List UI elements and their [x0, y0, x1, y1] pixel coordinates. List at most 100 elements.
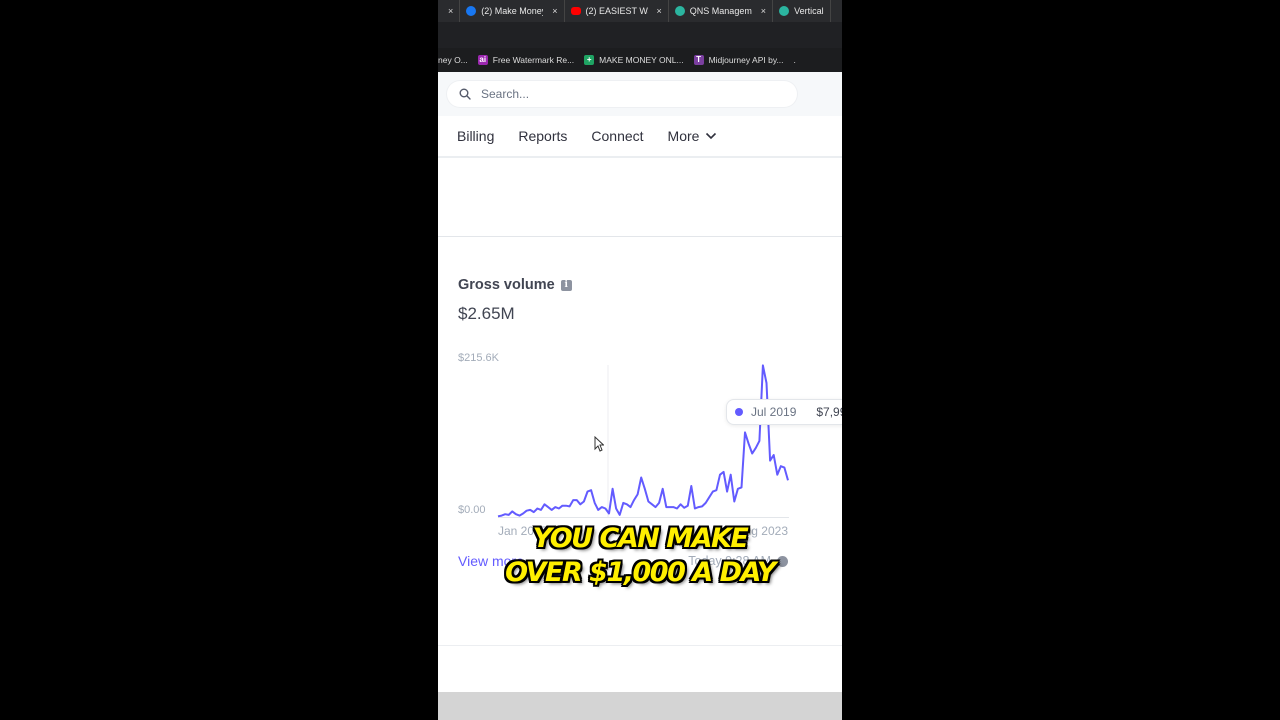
- data-point[interactable]: [715, 489, 718, 492]
- data-point[interactable]: [554, 506, 557, 509]
- data-point[interactable]: [600, 506, 603, 509]
- data-point[interactable]: [539, 508, 542, 511]
- browser-tab[interactable]: QNS Management ×: [669, 0, 774, 22]
- bookmark-item[interactable]: T Midjourney API by...: [693, 55, 784, 65]
- data-point[interactable]: [697, 506, 700, 509]
- data-point[interactable]: [529, 508, 532, 511]
- nav-more[interactable]: More: [668, 128, 718, 144]
- data-point[interactable]: [679, 503, 682, 506]
- data-point[interactable]: [525, 509, 528, 512]
- data-point[interactable]: [740, 486, 743, 489]
- data-point[interactable]: [575, 499, 578, 502]
- data-point[interactable]: [586, 490, 589, 493]
- data-point[interactable]: [590, 489, 593, 492]
- data-point[interactable]: [536, 507, 539, 510]
- data-point[interactable]: [532, 511, 535, 514]
- data-point[interactable]: [622, 501, 625, 504]
- data-point[interactable]: [765, 382, 768, 385]
- browser-tab[interactable]: (2) Make Money O ×: [460, 0, 565, 22]
- data-point[interactable]: [550, 508, 553, 511]
- data-point[interactable]: [751, 452, 754, 455]
- data-point[interactable]: [500, 514, 503, 517]
- data-point[interactable]: [711, 490, 714, 493]
- data-point[interactable]: [690, 484, 693, 487]
- data-point[interactable]: [676, 507, 679, 510]
- data-point[interactable]: [497, 515, 500, 518]
- data-point[interactable]: [693, 507, 696, 510]
- search-box[interactable]: [447, 81, 797, 107]
- data-point[interactable]: [522, 512, 525, 515]
- search-input[interactable]: [479, 86, 763, 102]
- data-point[interactable]: [683, 506, 686, 509]
- data-point[interactable]: [672, 506, 675, 509]
- data-point[interactable]: [647, 500, 650, 503]
- data-point[interactable]: [668, 506, 671, 509]
- data-point[interactable]: [729, 473, 732, 476]
- close-tab-icon[interactable]: ×: [761, 6, 766, 16]
- data-point[interactable]: [761, 364, 764, 367]
- data-point[interactable]: [561, 504, 564, 507]
- data-point[interactable]: [625, 503, 628, 506]
- close-tab-icon[interactable]: ×: [448, 6, 453, 16]
- data-point[interactable]: [629, 506, 632, 509]
- data-point[interactable]: [557, 507, 560, 510]
- data-point[interactable]: [633, 499, 636, 502]
- data-point[interactable]: [511, 510, 514, 513]
- data-point[interactable]: [597, 508, 600, 511]
- data-point[interactable]: [661, 487, 664, 490]
- nav-connect[interactable]: Connect: [591, 128, 643, 144]
- data-point[interactable]: [650, 503, 653, 506]
- nav-billing[interactable]: Billing: [457, 128, 494, 144]
- data-point[interactable]: [593, 501, 596, 504]
- data-point[interactable]: [547, 506, 550, 509]
- data-point[interactable]: [736, 487, 739, 490]
- data-point[interactable]: [572, 499, 575, 502]
- data-point[interactable]: [658, 501, 661, 504]
- data-point[interactable]: [615, 507, 618, 510]
- nav-reports[interactable]: Reports: [518, 128, 567, 144]
- data-point[interactable]: [704, 501, 707, 504]
- browser-tab[interactable]: ×: [438, 0, 461, 22]
- data-point[interactable]: [607, 512, 610, 515]
- browser-tab[interactable]: (2) EASIEST Way to ×: [565, 0, 669, 22]
- data-point[interactable]: [776, 473, 779, 476]
- data-point[interactable]: [568, 505, 571, 508]
- data-point[interactable]: [744, 431, 747, 434]
- data-point[interactable]: [507, 513, 510, 516]
- data-point[interactable]: [579, 503, 582, 506]
- data-point[interactable]: [618, 513, 621, 516]
- data-point[interactable]: [565, 504, 568, 507]
- data-point[interactable]: [518, 514, 521, 517]
- data-point[interactable]: [783, 466, 786, 469]
- data-point[interactable]: [779, 465, 782, 468]
- data-point[interactable]: [582, 500, 585, 503]
- data-point[interactable]: [787, 479, 790, 482]
- data-point[interactable]: [654, 506, 657, 509]
- data-point[interactable]: [636, 493, 639, 496]
- data-point[interactable]: [543, 503, 546, 506]
- close-tab-icon[interactable]: ×: [657, 6, 662, 16]
- data-point[interactable]: [726, 490, 729, 493]
- bookmark-item[interactable]: ai Free Watermark Re...: [477, 55, 574, 65]
- data-point[interactable]: [686, 504, 689, 507]
- bookmark-item[interactable]: + MAKE MONEY ONL...: [584, 55, 684, 65]
- data-point[interactable]: [604, 507, 607, 510]
- data-point[interactable]: [722, 470, 725, 473]
- address-bar[interactable]: [438, 22, 842, 48]
- data-point[interactable]: [611, 487, 614, 490]
- data-point[interactable]: [665, 506, 668, 509]
- data-point[interactable]: [747, 442, 750, 445]
- data-point[interactable]: [640, 476, 643, 479]
- data-point[interactable]: [643, 487, 646, 490]
- data-point[interactable]: [772, 453, 775, 456]
- data-point[interactable]: [769, 459, 772, 462]
- browser-tab[interactable]: Vertical: [773, 0, 831, 22]
- data-point[interactable]: [754, 446, 757, 449]
- data-point[interactable]: [758, 439, 761, 442]
- data-point[interactable]: [718, 473, 721, 476]
- close-tab-icon[interactable]: ×: [552, 6, 557, 16]
- data-point[interactable]: [504, 513, 507, 516]
- data-point[interactable]: [701, 505, 704, 508]
- bookmark-item[interactable]: .: [794, 55, 796, 65]
- bookmark-item[interactable]: ney O...: [438, 55, 468, 65]
